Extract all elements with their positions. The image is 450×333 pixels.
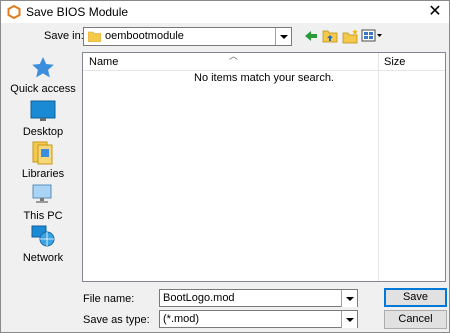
desktop-icon — [30, 100, 56, 121]
window-title: Save BIOS Module — [26, 5, 129, 19]
save-as-type-label: Save as type: — [83, 314, 150, 326]
file-list[interactable]: ︿ Name Size No items match your search. — [82, 51, 446, 282]
column-header: ︿ Name Size — [83, 51, 445, 71]
this-pc-icon — [32, 184, 52, 203]
save-dialog: Save BIOS Module ✕ Save in: oembootmodul… — [0, 0, 450, 333]
back-arrow-icon[interactable] — [303, 28, 319, 44]
cancel-button[interactable]: Cancel — [384, 310, 447, 329]
title-bar: Save BIOS Module ✕ — [1, 1, 449, 23]
view-menu-icon[interactable] — [361, 28, 383, 44]
quick-access-star-icon — [32, 57, 54, 78]
nav-label: Desktop — [22, 126, 64, 138]
save-as-type-select[interactable]: (*.mod) — [159, 310, 358, 328]
nav-label: Quick access — [10, 83, 76, 95]
nav-label: This PC — [23, 210, 63, 222]
chevron-down-icon[interactable] — [275, 28, 291, 45]
network-icon — [31, 225, 55, 247]
nav-item-this-pc[interactable]: This PC — [8, 182, 78, 222]
empty-message: No items match your search. — [194, 72, 334, 84]
save-in-value: oembootmodule — [105, 30, 184, 42]
column-name[interactable]: Name — [89, 56, 118, 68]
nav-item-libraries[interactable]: Libraries — [8, 140, 78, 180]
save-button[interactable]: Save — [384, 288, 447, 307]
folder-icon — [88, 31, 101, 42]
close-button[interactable]: ✕ — [425, 2, 445, 22]
column-size[interactable]: Size — [384, 56, 405, 68]
nav-item-network[interactable]: Network — [8, 224, 78, 264]
sort-up-icon: ︿ — [229, 51, 239, 61]
column-divider[interactable] — [378, 53, 379, 281]
save-as-type-value: (*.mod) — [163, 313, 200, 325]
chevron-down-icon[interactable] — [341, 290, 357, 307]
nav-label: Libraries — [21, 168, 65, 180]
file-name-value[interactable]: BootLogo.mod — [163, 292, 235, 304]
save-in-combo[interactable]: oembootmodule — [83, 27, 292, 46]
chevron-down-icon[interactable] — [341, 311, 357, 328]
save-in-label: Save in: — [44, 30, 84, 42]
file-name-label: File name: — [83, 293, 135, 305]
up-folder-icon[interactable] — [322, 28, 338, 44]
file-name-input[interactable]: BootLogo.mod — [159, 289, 358, 307]
nav-label: Network — [22, 252, 64, 264]
new-folder-icon[interactable] — [342, 28, 359, 44]
libraries-icon — [32, 141, 53, 165]
navigation-pane: Quick access Desktop Libraries This PC N… — [8, 52, 78, 282]
app-hexagon-icon — [7, 5, 21, 19]
nav-item-desktop[interactable]: Desktop — [8, 98, 78, 138]
nav-item-quick-access[interactable]: Quick access — [8, 55, 78, 95]
